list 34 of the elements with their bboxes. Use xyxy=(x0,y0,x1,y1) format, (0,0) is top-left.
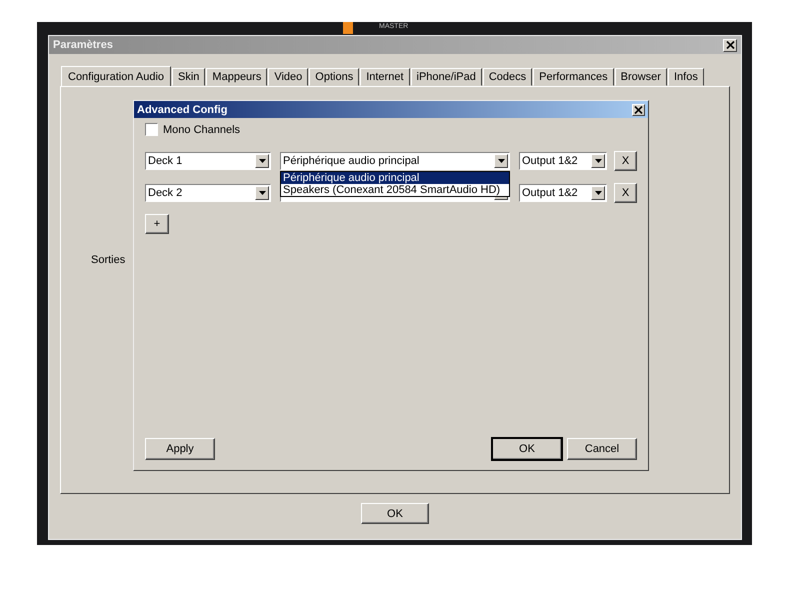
deck-dropdown[interactable]: Deck 2 xyxy=(145,184,271,202)
tab[interactable]: Infos xyxy=(668,68,704,86)
close-button[interactable] xyxy=(723,38,737,52)
close-icon xyxy=(726,41,734,49)
dialog-button[interactable]: OK xyxy=(492,438,562,460)
window-title: Paramètres xyxy=(53,39,113,51)
checkbox-label: Mono Channels xyxy=(163,124,240,136)
dropdown-option[interactable]: Speakers (Conexant 20584 SmartAudio HD) xyxy=(281,184,509,196)
tab[interactable]: Skin xyxy=(172,68,206,86)
tab[interactable]: iPhone/iPad xyxy=(410,68,482,86)
remove-button[interactable]: X xyxy=(614,151,637,171)
tab[interactable]: Mappeurs xyxy=(206,68,268,86)
apply-button[interactable]: Apply xyxy=(145,438,215,460)
ok-button[interactable]: OK xyxy=(361,503,429,524)
close-button[interactable] xyxy=(632,104,645,116)
tab[interactable]: Codecs xyxy=(482,68,532,86)
checkbox[interactable] xyxy=(145,123,158,136)
output-dropdown[interactable]: Output 1&2 xyxy=(519,152,607,170)
output-dropdown[interactable]: Output 1&2 xyxy=(519,184,607,202)
tab[interactable]: Configuration Audio xyxy=(61,66,172,87)
dialog-title: Advanced Config xyxy=(137,104,228,116)
tab[interactable]: Performances xyxy=(533,68,614,86)
deck-dropdown[interactable]: Deck 1 xyxy=(145,152,271,170)
tab[interactable]: Internet xyxy=(360,68,410,86)
outputs-label: Sorties xyxy=(91,254,126,266)
remove-button[interactable]: X xyxy=(614,183,637,203)
dropdown-option[interactable]: Périphérique audio principal xyxy=(281,172,509,184)
tab[interactable]: Video xyxy=(268,68,308,86)
dialog-button[interactable]: Cancel xyxy=(567,438,637,460)
add-button[interactable]: + xyxy=(145,214,169,234)
close-icon xyxy=(634,106,643,114)
tab[interactable]: Browser xyxy=(614,68,667,86)
device-dropdown[interactable]: Périphérique audio principal xyxy=(280,152,510,170)
tab[interactable]: Options xyxy=(309,68,360,86)
